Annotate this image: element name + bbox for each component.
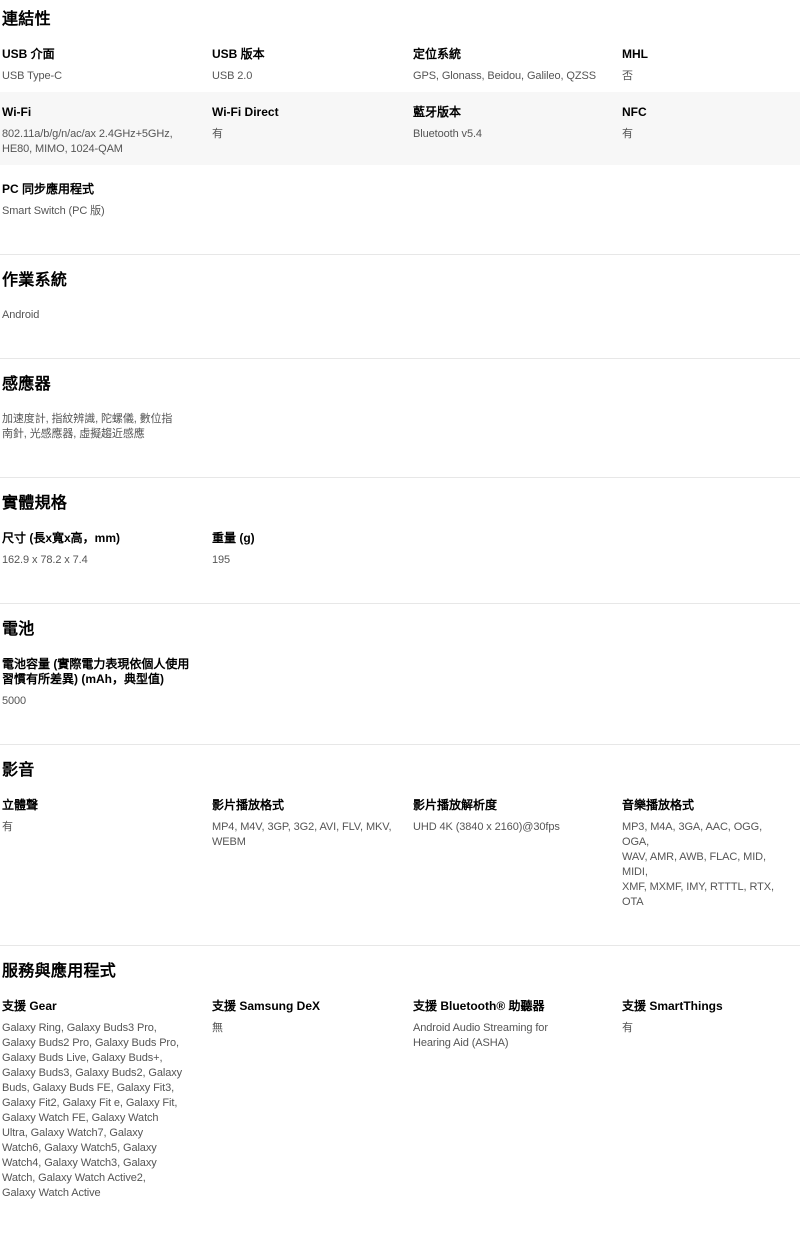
spec-label: 支援 Samsung DeX [212, 999, 395, 1014]
spec-row: Android [0, 291, 800, 331]
section-services-apps: 服務與應用程式 支援 Gear Galaxy Ring, Galaxy Buds… [0, 946, 800, 1236]
spec-label: 支援 Gear [2, 999, 194, 1014]
spec-cell-battery-capacity: 電池容量 (實際電力表現依個人使用 習慣有所差異) (mAh，典型值) 5000 [2, 657, 212, 709]
spec-cell-bluetooth: 藍牙版本 Bluetooth v5.4 [413, 105, 622, 157]
spec-label: 藍牙版本 [413, 105, 604, 120]
spec-label: 立體聲 [2, 798, 194, 813]
spec-value: 5000 [2, 694, 194, 709]
spec-row: PC 同步應用程式 Smart Switch (PC 版) [0, 165, 800, 227]
spec-cell-location: 定位系統 GPS, Glonass, Beidou, Galileo, QZSS [413, 47, 622, 84]
spec-value: GPS, Glonass, Beidou, Galileo, QZSS [413, 69, 604, 84]
spec-value: MP3, M4A, 3GA, AAC, OGG, OGA, WAV, AMR, … [622, 820, 776, 910]
spec-row: 立體聲 有 影片播放格式 MP4, M4V, 3GP, 3G2, AVI, FL… [0, 781, 800, 918]
spec-label: Wi-Fi Direct [212, 105, 395, 120]
spec-label: 尺寸 (長x寬x高，mm) [2, 531, 194, 546]
spec-label: 電池容量 (實際電力表現依個人使用 習慣有所差異) (mAh，典型值) [2, 657, 194, 687]
spec-cell-gear-support: 支援 Gear Galaxy Ring, Galaxy Buds3 Pro, G… [2, 999, 212, 1201]
section-audio-video: 影音 立體聲 有 影片播放格式 MP4, M4V, 3GP, 3G2, AVI,… [0, 745, 800, 945]
spec-cell-os: Android [2, 308, 212, 323]
spec-value: 加速度計, 指紋辨識, 陀螺儀, 數位指 南針, 光感應器, 虛擬趨近感應 [2, 412, 194, 442]
spec-label: NFC [622, 105, 776, 120]
spec-cell-video-formats: 影片播放格式 MP4, M4V, 3GP, 3G2, AVI, FLV, MKV… [212, 798, 413, 910]
spec-cell-bt-hearing-aid: 支援 Bluetooth® 助聽器 Android Audio Streamin… [413, 999, 622, 1201]
spec-label: 支援 SmartThings [622, 999, 776, 1014]
spec-value: 有 [622, 1021, 776, 1036]
spec-value: 有 [2, 820, 194, 835]
spec-value: 有 [212, 127, 395, 142]
spec-value: Android Audio Streaming for Hearing Aid … [413, 1021, 604, 1051]
spec-value: Smart Switch (PC 版) [2, 204, 194, 219]
section-connectivity: 連結性 USB 介面 USB Type-C USB 版本 USB 2.0 定位系… [0, 10, 800, 254]
spec-value: 162.9 x 78.2 x 7.4 [2, 553, 194, 568]
spec-value: MP4, M4V, 3GP, 3G2, AVI, FLV, MKV, WEBM [212, 820, 395, 850]
spec-label: MHL [622, 47, 776, 62]
spec-value: 195 [212, 553, 395, 568]
section-title: 影音 [0, 761, 800, 781]
spec-row: USB 介面 USB Type-C USB 版本 USB 2.0 定位系統 GP… [0, 30, 800, 92]
spec-cell-wifi: Wi-Fi 802.11a/b/g/n/ac/ax 2.4GHz+5GHz, H… [2, 105, 212, 157]
spec-label: 支援 Bluetooth® 助聽器 [413, 999, 604, 1014]
spec-cell-wifi-direct: Wi-Fi Direct 有 [212, 105, 413, 157]
spec-label: Wi-Fi [2, 105, 194, 120]
section-title: 服務與應用程式 [0, 962, 800, 982]
spec-value: USB 2.0 [212, 69, 395, 84]
spec-label: USB 介面 [2, 47, 194, 62]
spec-value: 有 [622, 127, 776, 142]
section-sensors: 感應器 加速度計, 指紋辨識, 陀螺儀, 數位指 南針, 光感應器, 虛擬趨近感… [0, 359, 800, 477]
spec-row: 尺寸 (長x寬x高，mm) 162.9 x 78.2 x 7.4 重量 (g) … [0, 514, 800, 576]
spec-cell-usb-version: USB 版本 USB 2.0 [212, 47, 413, 84]
spec-cell-audio-formats: 音樂播放格式 MP3, M4A, 3GA, AAC, OGG, OGA, WAV… [622, 798, 794, 910]
spec-cell-video-resolution: 影片播放解析度 UHD 4K (3840 x 2160)@30fps [413, 798, 622, 910]
spec-value: USB Type-C [2, 69, 194, 84]
spec-value: 802.11a/b/g/n/ac/ax 2.4GHz+5GHz, HE80, M… [2, 127, 194, 157]
spec-value: Galaxy Ring, Galaxy Buds3 Pro, Galaxy Bu… [2, 1021, 194, 1201]
spec-value: UHD 4K (3840 x 2160)@30fps [413, 820, 604, 835]
spec-cell-dex-support: 支援 Samsung DeX 無 [212, 999, 413, 1201]
spec-cell-sensors: 加速度計, 指紋辨識, 陀螺儀, 數位指 南針, 光感應器, 虛擬趨近感應 [2, 412, 212, 442]
spec-row: 電池容量 (實際電力表現依個人使用 習慣有所差異) (mAh，典型值) 5000 [0, 640, 800, 717]
spec-cell-weight: 重量 (g) 195 [212, 531, 413, 568]
spec-cell-nfc: NFC 有 [622, 105, 794, 157]
spec-label: 定位系統 [413, 47, 604, 62]
spec-label: 影片播放解析度 [413, 798, 604, 813]
section-physical-spec: 實體規格 尺寸 (長x寬x高，mm) 162.9 x 78.2 x 7.4 重量… [0, 478, 800, 603]
spec-value: Android [2, 308, 194, 323]
spec-row-shaded: Wi-Fi 802.11a/b/g/n/ac/ax 2.4GHz+5GHz, H… [0, 92, 800, 165]
spec-cell-smartthings: 支援 SmartThings 有 [622, 999, 794, 1201]
spec-value: 無 [212, 1021, 395, 1036]
section-title: 作業系統 [0, 271, 800, 291]
spec-value: 否 [622, 69, 776, 84]
spec-cell-stereo: 立體聲 有 [2, 798, 212, 910]
section-title: 電池 [0, 620, 800, 640]
section-battery: 電池 電池容量 (實際電力表現依個人使用 習慣有所差異) (mAh，典型值) 5… [0, 604, 800, 744]
spec-label: 重量 (g) [212, 531, 395, 546]
spec-label: USB 版本 [212, 47, 395, 62]
spec-row: 加速度計, 指紋辨識, 陀螺儀, 數位指 南針, 光感應器, 虛擬趨近感應 [0, 395, 800, 450]
section-title: 連結性 [0, 10, 800, 30]
spec-cell-mhl: MHL 否 [622, 47, 794, 84]
spec-cell-dimensions: 尺寸 (長x寬x高，mm) 162.9 x 78.2 x 7.4 [2, 531, 212, 568]
spec-label: 音樂播放格式 [622, 798, 776, 813]
spec-page: 連結性 USB 介面 USB Type-C USB 版本 USB 2.0 定位系… [0, 10, 800, 1236]
spec-label: PC 同步應用程式 [2, 182, 194, 197]
section-title: 感應器 [0, 375, 800, 395]
spec-label: 影片播放格式 [212, 798, 395, 813]
spec-value: Bluetooth v5.4 [413, 127, 604, 142]
section-title: 實體規格 [0, 494, 800, 514]
section-os: 作業系統 Android [0, 255, 800, 358]
spec-cell-usb-interface: USB 介面 USB Type-C [2, 47, 212, 84]
spec-cell-pc-sync: PC 同步應用程式 Smart Switch (PC 版) [2, 182, 212, 219]
